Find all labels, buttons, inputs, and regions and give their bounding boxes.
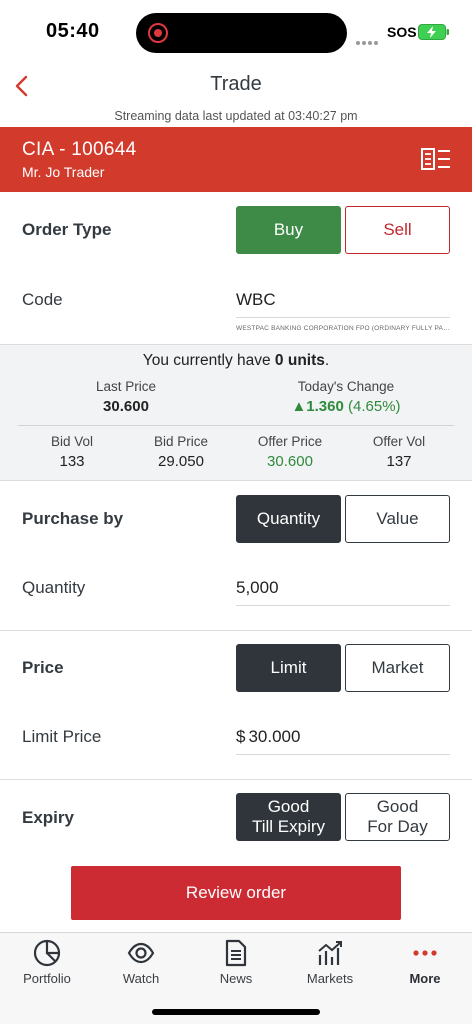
expiry-label: Expiry <box>22 808 74 827</box>
good-till-expiry-button[interactable]: Good Till Expiry <box>236 793 341 841</box>
tab-label: Portfolio <box>23 971 71 986</box>
todays-change-value: ▲1.360 (4.65%) <box>256 398 436 415</box>
order-type-label: Order Type <box>22 220 112 239</box>
todays-change-cell: Today's Change ▲1.360 (4.65%) <box>256 379 436 415</box>
tab-label: News <box>219 971 253 986</box>
gtc-line-2: Till Expiry <box>251 817 326 836</box>
bid-vol-value: 133 <box>59 453 85 470</box>
quantity-toggle-button[interactable]: Quantity <box>236 495 341 543</box>
code-label: Code <box>22 290 63 309</box>
quantity-input[interactable]: 5,000 <box>236 570 450 606</box>
offer-vol-cell: Offer Vol 137 <box>349 434 449 470</box>
tab-markets[interactable]: Markets <box>283 933 377 993</box>
nav-header: Trade <box>0 64 472 108</box>
holding-summary: You currently have 0 units. <box>0 352 472 370</box>
price-label: Price <box>22 658 64 677</box>
status-bar: 05:40 SOS <box>0 0 472 64</box>
account-name: Mr. Jo Trader <box>22 164 105 180</box>
holding-suffix: . <box>324 352 330 369</box>
code-description: WESTPAC BANKING CORPORATION FPO (ORDINAR… <box>236 325 450 332</box>
page-title: Trade <box>210 73 262 95</box>
gtc-line-1: Good <box>267 796 310 816</box>
currency-symbol: $ <box>236 726 246 746</box>
battery-icon <box>418 24 449 40</box>
tab-label: Markets <box>306 971 354 986</box>
market-info-panel: You currently have 0 units. Last Price 3… <box>0 344 472 481</box>
status-time: 05:40 <box>46 20 100 42</box>
change-amount: ▲1.360 <box>291 398 344 415</box>
section-divider <box>0 630 472 631</box>
market-divider <box>18 425 454 426</box>
streaming-status: Streaming data last updated at 03:40:27 … <box>114 109 358 123</box>
value-toggle-button[interactable]: Value <box>345 495 450 543</box>
more-dots-icon <box>413 950 437 956</box>
bid-price-label: Bid Price <box>153 434 209 449</box>
offer-vol-label: Offer Vol <box>372 434 426 449</box>
tab-label: More <box>409 971 441 986</box>
quantity-label: Quantity <box>22 578 86 597</box>
limit-toggle-button[interactable]: Limit <box>236 644 341 692</box>
tab-news[interactable]: News <box>189 933 283 993</box>
holding-units: 0 units <box>274 352 325 369</box>
limit-price-value: 30.000 <box>248 726 301 746</box>
holding-prefix: You currently have <box>142 352 275 369</box>
last-price-label: Last Price <box>95 379 157 394</box>
gfd-line-1: Good <box>376 796 419 816</box>
sell-button[interactable]: Sell <box>345 206 450 254</box>
account-banner[interactable]: CIA - 100644 Mr. Jo Trader <box>0 127 472 192</box>
purchase-by-label: Purchase by <box>22 509 124 528</box>
tab-more[interactable]: More <box>378 933 472 993</box>
bid-price-value: 29.050 <box>158 453 204 470</box>
good-for-day-button[interactable]: Good For Day <box>345 793 450 841</box>
bid-vol-cell: Bid Vol 133 <box>22 434 122 470</box>
offer-price-cell: Offer Price 30.600 <box>240 434 340 470</box>
document-icon <box>225 939 247 967</box>
section-divider <box>0 779 472 780</box>
pie-chart-icon <box>33 939 61 967</box>
limit-price-label: Limit Price <box>22 727 102 746</box>
tab-label: Watch <box>122 971 160 986</box>
bid-vol-label: Bid Vol <box>50 434 94 449</box>
buy-button[interactable]: Buy <box>236 206 341 254</box>
review-order-button[interactable]: Review order <box>71 866 401 920</box>
recording-icon <box>148 23 168 43</box>
carrier-text: SOS <box>387 24 417 40</box>
bar-chart-icon <box>318 941 342 965</box>
home-indicator <box>152 1009 320 1015</box>
eye-icon <box>127 942 155 964</box>
code-input[interactable]: WBC <box>236 282 450 318</box>
account-id: CIA - 100644 <box>22 139 137 160</box>
offer-price-label: Offer Price <box>257 434 323 449</box>
last-price-cell: Last Price 30.600 <box>46 379 206 415</box>
account-details-icon[interactable] <box>421 148 451 170</box>
dynamic-island <box>136 13 347 53</box>
bid-price-cell: Bid Price 29.050 <box>131 434 231 470</box>
tab-portfolio[interactable]: Portfolio <box>0 933 94 993</box>
tab-watch[interactable]: Watch <box>94 933 188 993</box>
market-toggle-button[interactable]: Market <box>345 644 450 692</box>
offer-vol-value: 137 <box>386 453 412 470</box>
todays-change-label: Today's Change <box>297 379 395 394</box>
offer-price-value: 30.600 <box>267 453 313 470</box>
signal-icon <box>356 32 380 45</box>
change-percent: (4.65%) <box>348 398 401 415</box>
last-price-value: 30.600 <box>103 398 149 415</box>
gfd-line-2: For Day <box>367 817 428 836</box>
limit-price-input[interactable]: $30.000 <box>236 719 450 755</box>
